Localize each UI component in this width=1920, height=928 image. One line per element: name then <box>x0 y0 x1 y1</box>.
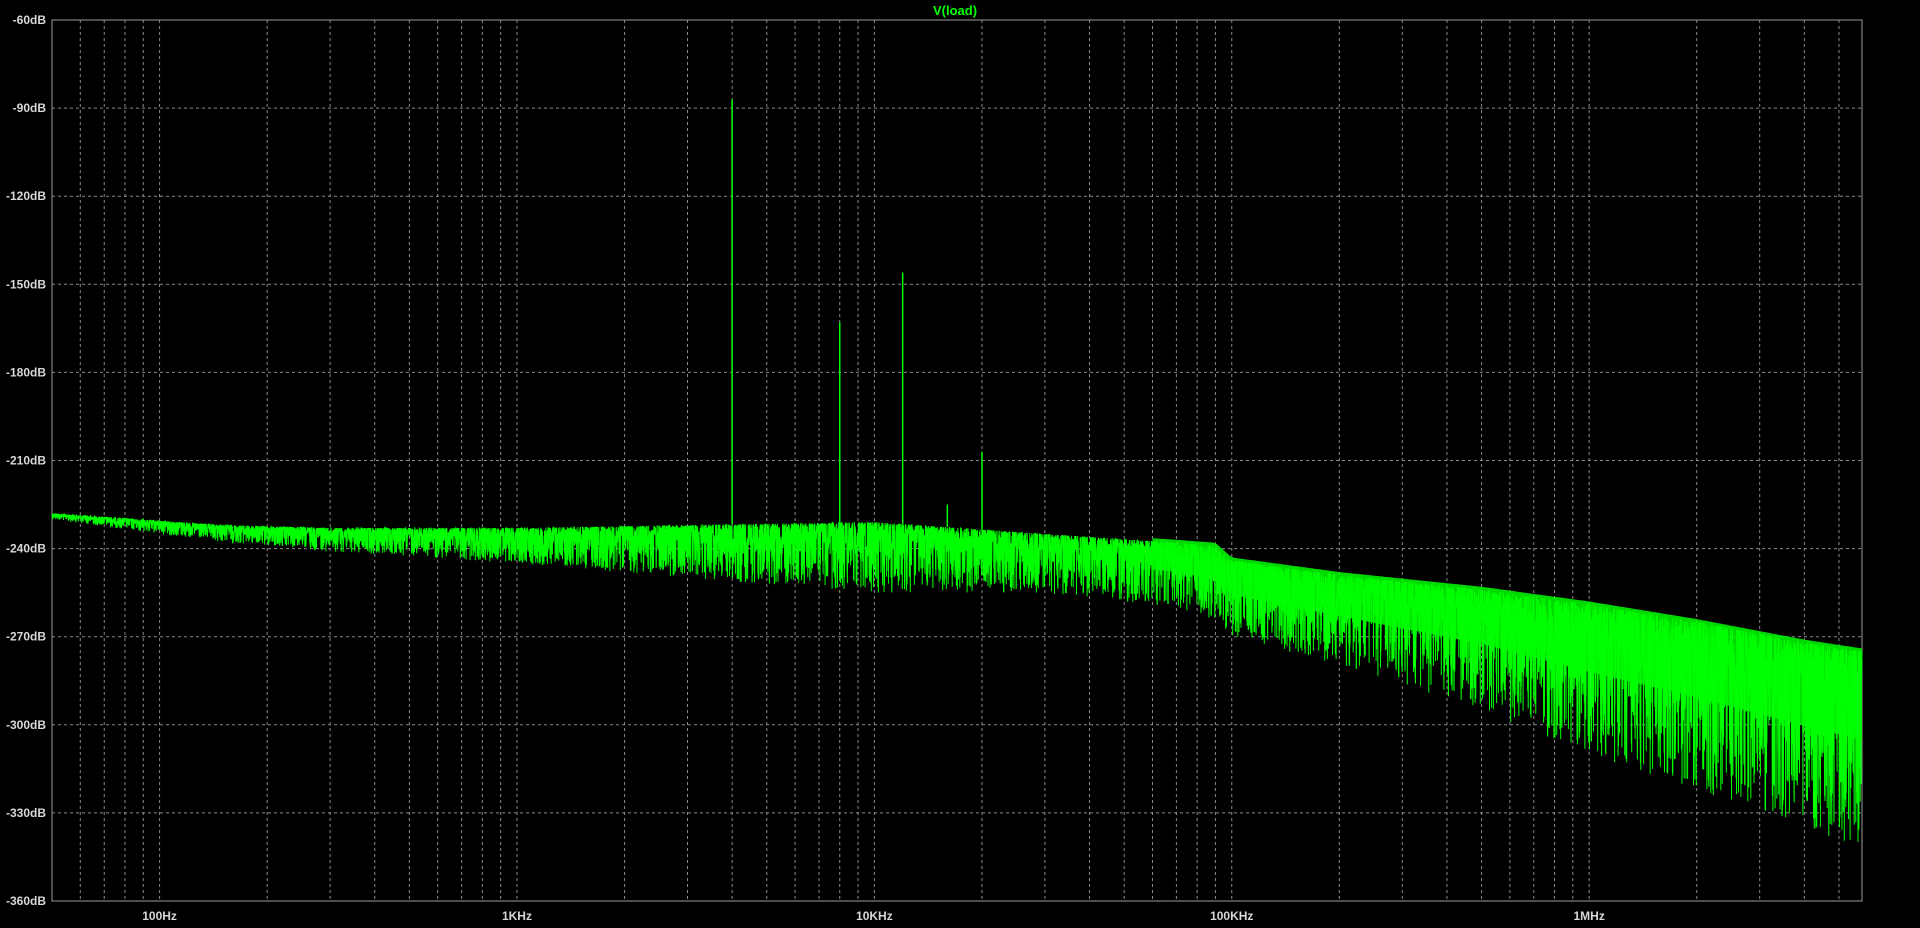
y-tick-label-2: -120dB <box>6 189 46 203</box>
trace-title[interactable]: V(load) <box>933 3 977 18</box>
y-tick-label-9: -330dB <box>6 806 46 820</box>
x-tick-label-2: 10KHz <box>856 909 893 923</box>
x-tick-label-0: 100Hz <box>142 909 177 923</box>
y-tick-label-3: -150dB <box>6 277 46 291</box>
y-tick-label-1: -90dB <box>13 101 47 115</box>
x-tick-label-4: 1MHz <box>1573 909 1604 923</box>
y-tick-label-4: -180dB <box>6 365 46 379</box>
plot-background <box>0 0 1920 928</box>
y-tick-label-5: -210dB <box>6 454 46 468</box>
y-tick-label-6: -240dB <box>6 542 46 556</box>
y-tick-label-7: -270dB <box>6 630 46 644</box>
x-tick-label-3: 100KHz <box>1210 909 1253 923</box>
y-tick-label-0: -60dB <box>13 13 47 27</box>
plot-window[interactable]: -60dB -90dB -120dB -150dB -180dB -210dB -240dB… <box>0 0 1920 928</box>
y-tick-label-8: -300dB <box>6 718 46 732</box>
y-tick-label-10: -360dB <box>6 894 46 908</box>
x-tick-label-1: 1KHz <box>502 909 532 923</box>
waveform-plot[interactable]: -60dB -90dB -120dB -150dB -180dB -210dB -240dB… <box>0 0 1920 928</box>
